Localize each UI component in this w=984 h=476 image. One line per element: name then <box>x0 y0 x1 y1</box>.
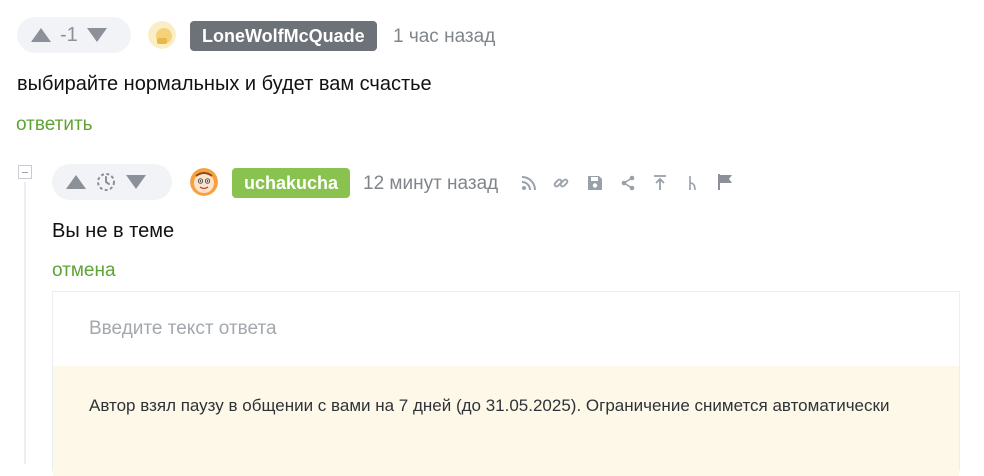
reply-link[interactable]: ответить <box>16 114 93 136</box>
comment-text: выбирайте нормальных и будет вам счастье <box>17 73 432 95</box>
comment-text: Вы не в теме <box>52 220 175 242</box>
save-icon[interactable] <box>586 174 604 192</box>
link-icon[interactable] <box>552 174 570 192</box>
vote-bar <box>52 164 172 200</box>
author-nickname[interactable]: LoneWolfMcQuade <box>190 21 377 51</box>
thread-line[interactable] <box>24 182 26 464</box>
flag-icon[interactable] <box>716 173 734 191</box>
upvote-icon[interactable] <box>66 175 86 189</box>
author-nickname[interactable]: uchakucha <box>232 168 351 198</box>
comment-time[interactable]: 12 минут назад <box>363 173 498 195</box>
restriction-notice: Автор взял паузу в общении с вами на 7 д… <box>53 366 959 476</box>
comment-score: -1 <box>60 23 78 46</box>
scroll-up-icon[interactable] <box>651 174 669 192</box>
reply-input[interactable] <box>53 292 959 366</box>
downvote-icon[interactable] <box>86 28 107 42</box>
branch-icon[interactable] <box>684 174 702 192</box>
share-icon[interactable] <box>619 174 637 192</box>
comment-time[interactable]: 1 час назад <box>393 26 495 48</box>
cancel-reply-link[interactable]: отмена <box>52 260 116 282</box>
reply-form: Автор взял паузу в общении с вами на 7 д… <box>52 291 960 476</box>
downvote-icon[interactable] <box>126 175 146 189</box>
avatar[interactable] <box>190 168 218 196</box>
vote-bar: -1 <box>17 17 131 53</box>
upvote-icon[interactable] <box>31 28 51 42</box>
rss-icon[interactable] <box>520 174 538 192</box>
avatar[interactable] <box>148 21 176 49</box>
collapse-thread-button[interactable] <box>18 165 32 179</box>
pending-vote-icon <box>95 171 117 193</box>
